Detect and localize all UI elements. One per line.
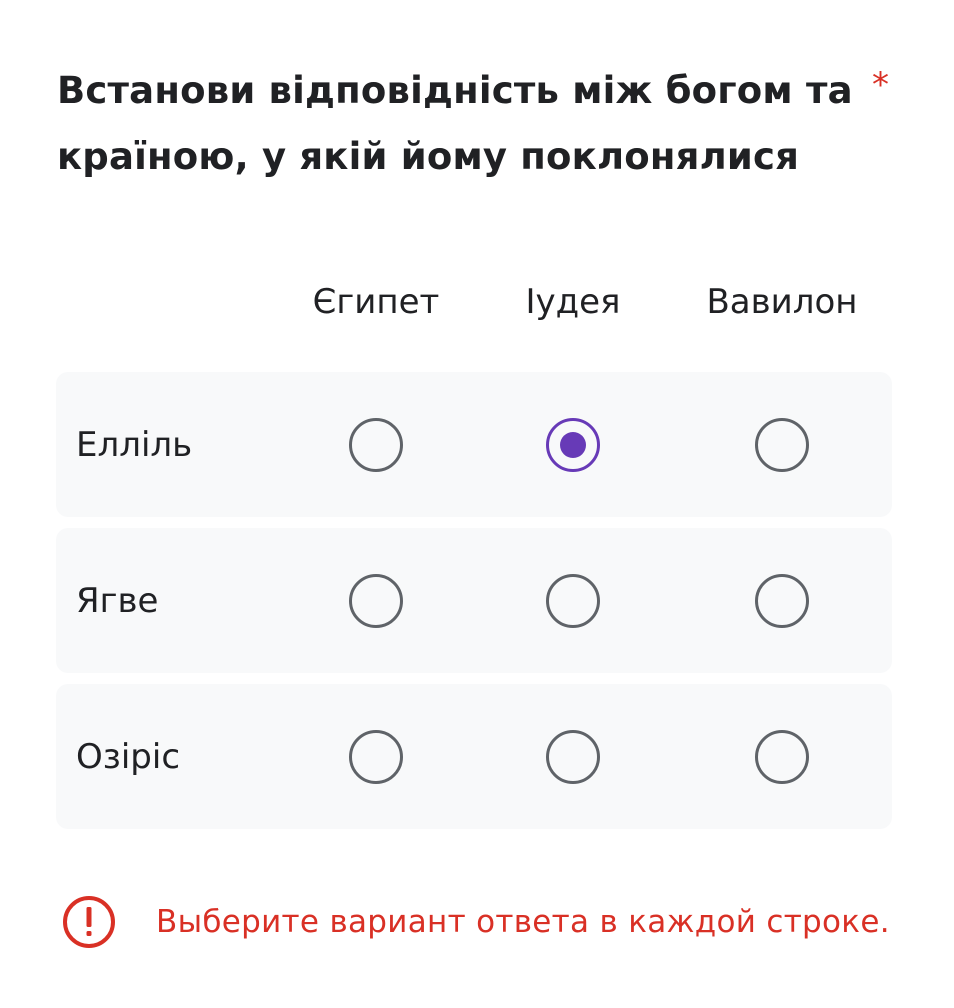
radio-ring-icon xyxy=(349,573,403,628)
question-title: Встанови відповідність між богом та краї… xyxy=(57,69,853,178)
radio-osiris-judea[interactable] xyxy=(545,729,601,785)
required-asterisk: * xyxy=(872,65,889,105)
error-message: Выберите вариант ответа в каждой строке. xyxy=(156,904,890,940)
radio-ring-icon xyxy=(755,417,809,472)
column-header-babylon: Вавилон xyxy=(706,282,858,322)
grid-row-yahweh: Ягве xyxy=(56,528,892,673)
row-label: Ягве xyxy=(76,580,159,621)
radio-ring-icon xyxy=(755,573,809,628)
radio-ellil-judea[interactable] xyxy=(545,417,601,473)
radio-yahweh-egypt[interactable] xyxy=(348,573,404,629)
radio-osiris-egypt[interactable] xyxy=(348,729,404,785)
radio-osiris-babylon[interactable] xyxy=(754,729,810,785)
column-header-egypt: Єгипет xyxy=(312,282,440,322)
radio-yahweh-babylon[interactable] xyxy=(754,573,810,629)
grid-row-ellil: Елліль xyxy=(56,372,892,517)
radio-dot-icon xyxy=(560,431,586,458)
radio-yahweh-judea[interactable] xyxy=(545,573,601,629)
radio-ring-icon xyxy=(546,729,600,784)
row-label: Озіріс xyxy=(76,736,181,777)
column-header-judea: Іудея xyxy=(525,282,621,322)
radio-ring-icon xyxy=(755,729,809,784)
radio-ring-icon xyxy=(349,729,403,784)
radio-ring-icon xyxy=(546,573,600,628)
radio-ellil-babylon[interactable] xyxy=(754,417,810,473)
error-icon xyxy=(63,896,115,948)
radio-ring-icon xyxy=(349,417,403,472)
grid-row-osiris: Озіріс xyxy=(56,684,892,829)
radio-ellil-egypt[interactable] xyxy=(348,417,404,473)
row-label: Елліль xyxy=(76,424,193,465)
